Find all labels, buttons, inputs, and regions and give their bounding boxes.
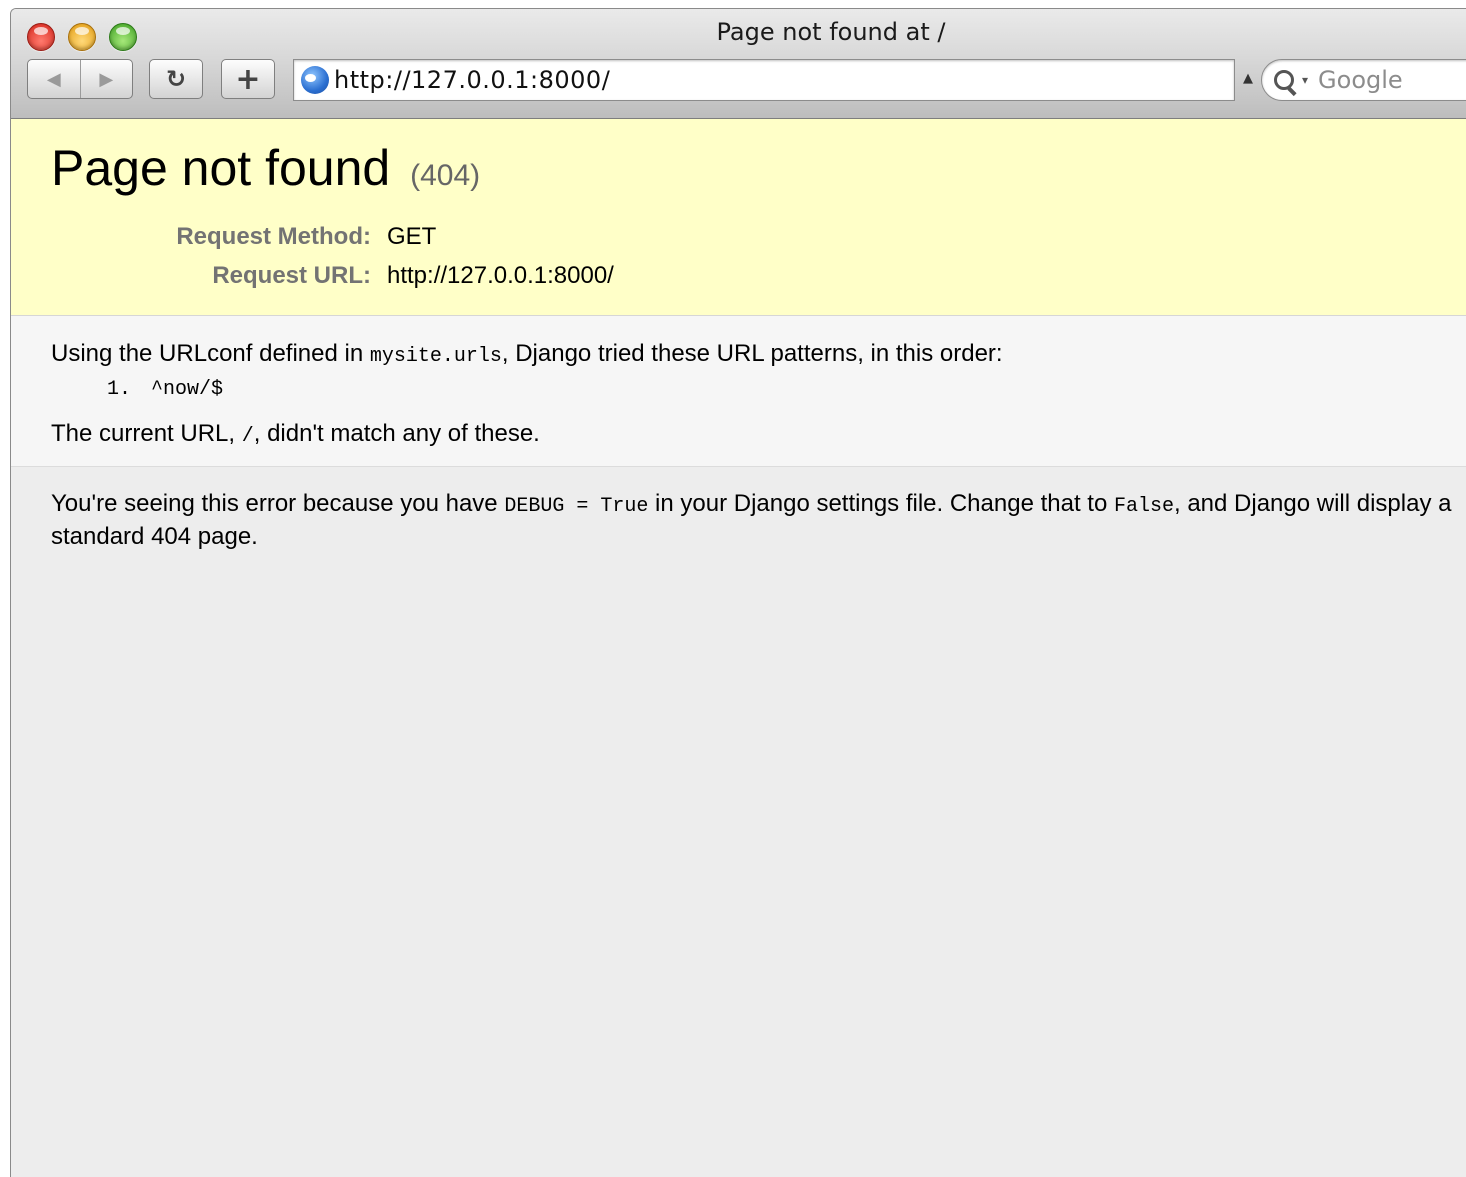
forward-arrow-icon: ▶	[99, 68, 114, 90]
reload-icon: ↻	[165, 65, 187, 93]
current-url-message: The current URL, /, didn't match any of …	[51, 420, 540, 448]
add-bookmark-button[interactable]: +	[221, 59, 275, 99]
page-title: Page not found (404)	[51, 139, 480, 197]
false-value-code: False	[1113, 495, 1174, 518]
page-content: Page not found (404) Request Method: GET…	[11, 119, 1466, 1177]
back-button[interactable]: ◀	[28, 60, 80, 98]
plus-icon: +	[235, 61, 261, 97]
close-window-button[interactable]	[27, 23, 55, 51]
intro-text-start: Using the URLconf defined in	[51, 340, 370, 367]
explanation-text-2: in your Django settings file. Change tha…	[648, 490, 1114, 517]
search-engine-dropdown-icon[interactable]: ▾	[1302, 73, 1308, 87]
request-url-value: http://127.0.0.1:8000/	[387, 262, 614, 289]
url-pattern: ^now/$	[151, 378, 224, 401]
urlconf-info: Using the URLconf defined in mysite.urls…	[11, 316, 1466, 467]
address-bar-url[interactable]: http://127.0.0.1:8000/	[334, 66, 610, 94]
search-placeholder: Google	[1318, 66, 1403, 94]
error-heading: Page not found	[51, 140, 391, 196]
list-item: 1. ^now/$	[107, 378, 223, 401]
debug-setting-code: DEBUG = True	[504, 495, 649, 518]
urlconf-intro: Using the URLconf defined in mysite.urls…	[51, 340, 1003, 368]
address-dropdown-icon[interactable]: ▲	[1243, 71, 1253, 86]
browser-window: Page not found at / ◀ ▶ ↻ + http://127.0…	[10, 8, 1466, 1177]
address-bar[interactable]: http://127.0.0.1:8000/	[293, 59, 1235, 101]
back-arrow-icon: ◀	[46, 68, 61, 90]
reload-button[interactable]: ↻	[149, 59, 203, 99]
request-url-label: Request URL:	[212, 262, 371, 289]
request-method-label: Request Method:	[176, 223, 371, 250]
forward-button[interactable]: ▶	[80, 60, 132, 98]
browser-toolbar: Page not found at / ◀ ▶ ↻ + http://127.0…	[11, 9, 1466, 119]
back-forward-buttons: ◀ ▶	[27, 59, 133, 99]
status-code: (404)	[410, 159, 481, 192]
debug-explanation: You're seeing this error because you hav…	[51, 489, 1466, 552]
request-method-value: GET	[387, 223, 437, 250]
search-field[interactable]: ▾ Google	[1261, 59, 1466, 101]
urlconf-module: mysite.urls	[369, 345, 502, 368]
pattern-number: 1.	[107, 378, 132, 401]
intro-text-end: , Django tried these URL patterns, in th…	[501, 340, 1003, 367]
explanation-text-1: You're seeing this error because you hav…	[51, 490, 505, 517]
current-text-start: The current URL,	[51, 420, 242, 447]
error-summary: Page not found (404) Request Method: GET…	[11, 119, 1466, 316]
search-icon	[1274, 70, 1294, 90]
window-title: Page not found at /	[716, 18, 946, 46]
current-url-code: /	[241, 425, 254, 448]
minimize-window-button[interactable]	[68, 23, 96, 51]
zoom-window-button[interactable]	[109, 23, 137, 51]
current-text-end: , didn't match any of these.	[253, 420, 540, 447]
globe-icon	[301, 66, 329, 94]
